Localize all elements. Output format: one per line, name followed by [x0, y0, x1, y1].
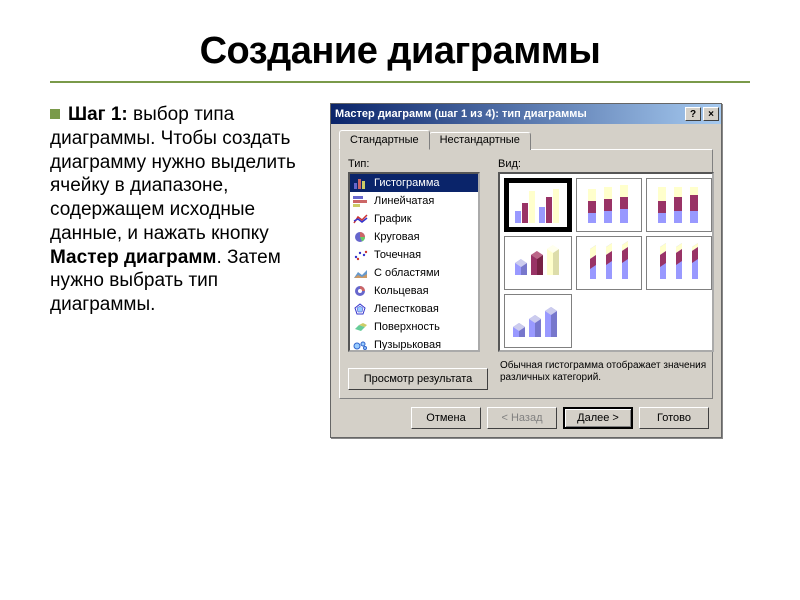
chart-subtype-4[interactable]	[504, 236, 572, 290]
chart-type-label: С областями	[374, 267, 440, 279]
slide-title: Создание диаграммы	[50, 30, 750, 73]
chart-type-item[interactable]: Круговая	[350, 228, 478, 246]
next-button[interactable]: Далее >	[563, 407, 633, 429]
surface-icon	[352, 320, 370, 334]
chart-subtype-grid[interactable]	[498, 172, 714, 352]
close-button[interactable]: ×	[703, 107, 719, 121]
area-icon	[352, 266, 370, 280]
chart-type-item[interactable]: Линейчатая	[350, 192, 478, 210]
chart-type-item[interactable]: Пузырьковая	[350, 336, 478, 352]
back-button[interactable]: < Назад	[487, 407, 557, 429]
chart-type-label: График	[374, 213, 412, 225]
dialog-title: Мастер диаграмм (шаг 1 из 4): тип диагра…	[335, 108, 683, 120]
chart-subtype-5[interactable]	[576, 236, 642, 290]
chart-type-label: Гистограмма	[374, 177, 440, 189]
dialog-titlebar[interactable]: Мастер диаграмм (шаг 1 из 4): тип диагра…	[331, 104, 721, 124]
chart-type-item[interactable]: Кольцевая	[350, 282, 478, 300]
doughnut-icon	[352, 284, 370, 298]
chart-type-label: Точечная	[374, 249, 421, 261]
chart-type-item[interactable]: Гистограмма	[350, 174, 478, 192]
chart-subtype-2[interactable]	[576, 178, 642, 232]
view-label: Вид:	[498, 158, 714, 170]
bullet-icon	[50, 109, 60, 119]
chart-type-item[interactable]: Точечная	[350, 246, 478, 264]
chart-type-item[interactable]: Поверхность	[350, 318, 478, 336]
subtype-description: Обычная гистограмма отображает значения …	[498, 358, 714, 386]
chart-type-label: Круговая	[374, 231, 420, 243]
tab-panel: Тип: Гистограмма Линейчатая График Круговая…	[339, 149, 713, 399]
help-button[interactable]: ?	[685, 107, 701, 121]
line-icon	[352, 212, 370, 226]
chart-type-list[interactable]: Гистограмма Линейчатая График Круговая Точеч…	[348, 172, 480, 352]
chart-type-label: Поверхность	[374, 321, 440, 333]
bubble-icon	[352, 338, 370, 352]
preview-result-button[interactable]: Просмотр результата	[348, 368, 488, 390]
chart-subtype-6[interactable]	[646, 236, 712, 290]
tab-standard[interactable]: Стандартные	[339, 130, 430, 150]
cancel-button[interactable]: Отмена	[411, 407, 481, 429]
scatter-icon	[352, 248, 370, 262]
finish-button[interactable]: Готово	[639, 407, 709, 429]
chart-subtype-1[interactable]	[504, 178, 572, 232]
type-label: Тип:	[348, 158, 488, 170]
chart-type-item[interactable]: График	[350, 210, 478, 228]
histogram-icon	[352, 176, 370, 190]
tab-nonstandard[interactable]: Нестандартные	[429, 132, 531, 150]
chart-type-label: Линейчатая	[374, 195, 434, 207]
chart-type-label: Лепестковая	[374, 303, 439, 315]
radar-icon	[352, 302, 370, 316]
title-rule	[50, 81, 750, 83]
chart-type-label: Пузырьковая	[374, 339, 441, 351]
bar-icon	[352, 194, 370, 208]
chart-type-item[interactable]: С областями	[350, 264, 478, 282]
chart-wizard-dialog: Мастер диаграмм (шаг 1 из 4): тип диагра…	[330, 103, 722, 438]
chart-type-label: Кольцевая	[374, 285, 429, 297]
chart-subtype-3[interactable]	[646, 178, 712, 232]
chart-subtype-7[interactable]	[504, 294, 572, 348]
pie-icon	[352, 230, 370, 244]
chart-type-item[interactable]: Лепестковая	[350, 300, 478, 318]
body-text: Шаг 1: выбор типа диаграммы. Чтобы созда…	[50, 103, 310, 438]
